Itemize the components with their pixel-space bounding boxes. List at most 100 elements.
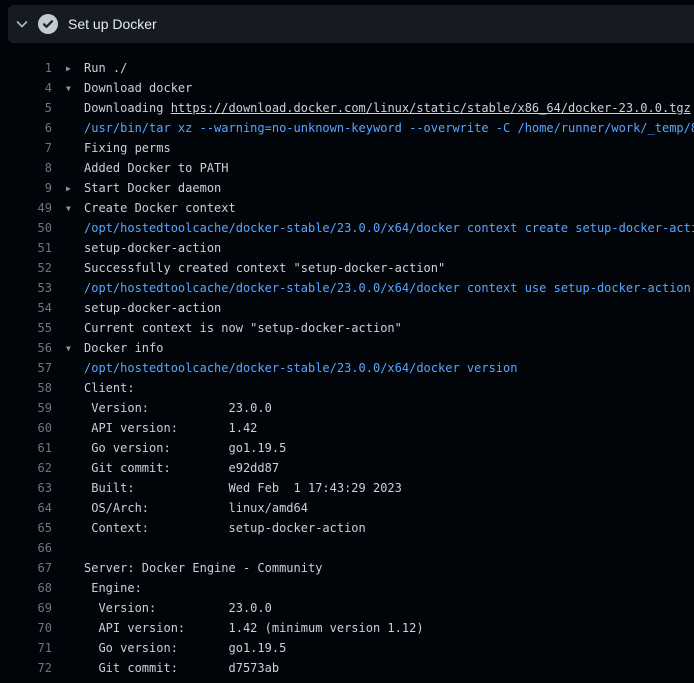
log-line: 63 Built: Wed Feb 1 17:43:29 2023: [0, 478, 694, 498]
log-line-number[interactable]: 69: [0, 598, 52, 618]
log-text: Git commit: d7573ab: [84, 661, 279, 675]
log-line-number[interactable]: 49: [0, 198, 52, 218]
log-line-number[interactable]: 66: [0, 538, 52, 558]
log-command-text: /opt/hostedtoolcache/docker-stable/23.0.…: [84, 221, 694, 235]
triangle-down-icon[interactable]: ▼: [66, 339, 84, 358]
log-line-body: /opt/hostedtoolcache/docker-stable/23.0.…: [52, 358, 517, 378]
log-text: Git commit: e92dd87: [84, 461, 279, 475]
triangle-down-icon[interactable]: ▼: [66, 79, 84, 98]
log-line[interactable]: 4 ▼Download docker: [0, 78, 694, 98]
log-text: Added Docker to PATH: [84, 161, 229, 175]
log-command-text: /usr/bin/tar xz --warning=no-unknown-key…: [84, 121, 694, 135]
log-line-number[interactable]: 59: [0, 398, 52, 418]
log-line-number[interactable]: 50: [0, 218, 52, 238]
triangle-right-icon[interactable]: ▶: [66, 179, 84, 198]
log-line-number[interactable]: 5: [0, 98, 52, 118]
log-line[interactable]: 56 ▼Docker info: [0, 338, 694, 358]
log-line: 70 API version: 1.42 (minimum version 1.…: [0, 618, 694, 638]
log-line-number[interactable]: 63: [0, 478, 52, 498]
log-line: 58 Client:: [0, 378, 694, 398]
log-line-number[interactable]: 6: [0, 118, 52, 138]
log-line: 69 Version: 23.0.0: [0, 598, 694, 618]
log-line: 66: [0, 538, 694, 558]
log-line-number[interactable]: 52: [0, 258, 52, 278]
log-line-number[interactable]: 61: [0, 438, 52, 458]
log-line: 62 Git commit: e92dd87: [0, 458, 694, 478]
group-title: Run ./: [84, 61, 127, 75]
triangle-down-icon[interactable]: ▼: [66, 199, 84, 218]
log-line: 7 Fixing perms: [0, 138, 694, 158]
log-text: Fixing perms: [84, 141, 171, 155]
log-line[interactable]: 49 ▼Create Docker context: [0, 198, 694, 218]
log-line-body: setup-docker-action: [52, 238, 221, 258]
log-line-number[interactable]: 58: [0, 378, 52, 398]
log-text: API version: 1.42: [84, 421, 257, 435]
log-line-body: API version: 1.42 (minimum version 1.12): [52, 618, 424, 638]
group-title: Download docker: [84, 81, 192, 95]
group-title: Create Docker context: [84, 201, 236, 215]
log-line-number[interactable]: 51: [0, 238, 52, 258]
log-line: 61 Go version: go1.19.5: [0, 438, 694, 458]
log-line-number[interactable]: 64: [0, 498, 52, 518]
log-line-number[interactable]: 70: [0, 618, 52, 638]
log-line: 52 Successfully created context "setup-d…: [0, 258, 694, 278]
log-line-number[interactable]: 71: [0, 638, 52, 658]
log-text: setup-docker-action: [84, 301, 221, 315]
log-line-body: Engine:: [52, 578, 142, 598]
log-line-number[interactable]: 55: [0, 318, 52, 338]
log-line-body: ▼Create Docker context: [52, 198, 236, 218]
log-line-body: [52, 538, 84, 558]
log-text: Engine:: [84, 581, 142, 595]
log-link[interactable]: https://download.docker.com/linux/static…: [171, 101, 691, 115]
log-line-body: Git commit: d7573ab: [52, 658, 279, 678]
log-command-text: /opt/hostedtoolcache/docker-stable/23.0.…: [84, 361, 517, 375]
log-line: 55 Current context is now "setup-docker-…: [0, 318, 694, 338]
step-header[interactable]: Set up Docker: [8, 5, 694, 43]
log-line-number[interactable]: 9: [0, 178, 52, 198]
log-line-number[interactable]: 62: [0, 458, 52, 478]
log-line-number[interactable]: 67: [0, 558, 52, 578]
log-text: Downloading: [84, 101, 171, 115]
log-text: Successfully created context "setup-dock…: [84, 261, 445, 275]
log-text: OS/Arch: linux/amd64: [84, 501, 308, 515]
chevron-down-icon[interactable]: [14, 16, 30, 32]
log-line: 53 /opt/hostedtoolcache/docker-stable/23…: [0, 278, 694, 298]
step-title: Set up Docker: [68, 16, 157, 32]
log-line[interactable]: 1 ▶Run ./: [0, 58, 694, 78]
log-line-body: setup-docker-action: [52, 298, 221, 318]
log-text: setup-docker-action: [84, 241, 221, 255]
log-line: 65 Context: setup-docker-action: [0, 518, 694, 538]
group-title: Docker info: [84, 341, 163, 355]
log-line-body: API version: 1.42: [52, 418, 257, 438]
log-line-number[interactable]: 72: [0, 658, 52, 678]
log-line-body: Fixing perms: [52, 138, 171, 158]
log-line-body: Go version: go1.19.5: [52, 438, 286, 458]
log-line-body: Go version: go1.19.5: [52, 638, 286, 658]
log-line-body: Version: 23.0.0: [52, 598, 272, 618]
log-line-body: /usr/bin/tar xz --warning=no-unknown-key…: [52, 118, 694, 138]
log-line-body: /opt/hostedtoolcache/docker-stable/23.0.…: [52, 218, 694, 238]
log-line[interactable]: 9 ▶Start Docker daemon: [0, 178, 694, 198]
log-text: Built: Wed Feb 1 17:43:29 2023: [84, 481, 402, 495]
log-line-number[interactable]: 7: [0, 138, 52, 158]
check-circle-icon: [38, 14, 58, 34]
log-line: 6 /usr/bin/tar xz --warning=no-unknown-k…: [0, 118, 694, 138]
log-line-body: Added Docker to PATH: [52, 158, 229, 178]
log-line-number[interactable]: 1: [0, 58, 52, 78]
group-title: Start Docker daemon: [84, 181, 221, 195]
log-line-number[interactable]: 8: [0, 158, 52, 178]
log-text: Client:: [84, 381, 135, 395]
triangle-right-icon[interactable]: ▶: [66, 59, 84, 78]
log-line-number[interactable]: 68: [0, 578, 52, 598]
log-line: 51 setup-docker-action: [0, 238, 694, 258]
log-line: 72 Git commit: d7573ab: [0, 658, 694, 678]
log-line-number[interactable]: 4: [0, 78, 52, 98]
log-line-number[interactable]: 57: [0, 358, 52, 378]
log-line-body: Downloading https://download.docker.com/…: [52, 98, 691, 118]
log-line-body: /opt/hostedtoolcache/docker-stable/23.0.…: [52, 278, 691, 298]
log-line-number[interactable]: 54: [0, 298, 52, 318]
log-line-number[interactable]: 60: [0, 418, 52, 438]
log-line-number[interactable]: 56: [0, 338, 52, 358]
log-line-number[interactable]: 53: [0, 278, 52, 298]
log-line-number[interactable]: 65: [0, 518, 52, 538]
